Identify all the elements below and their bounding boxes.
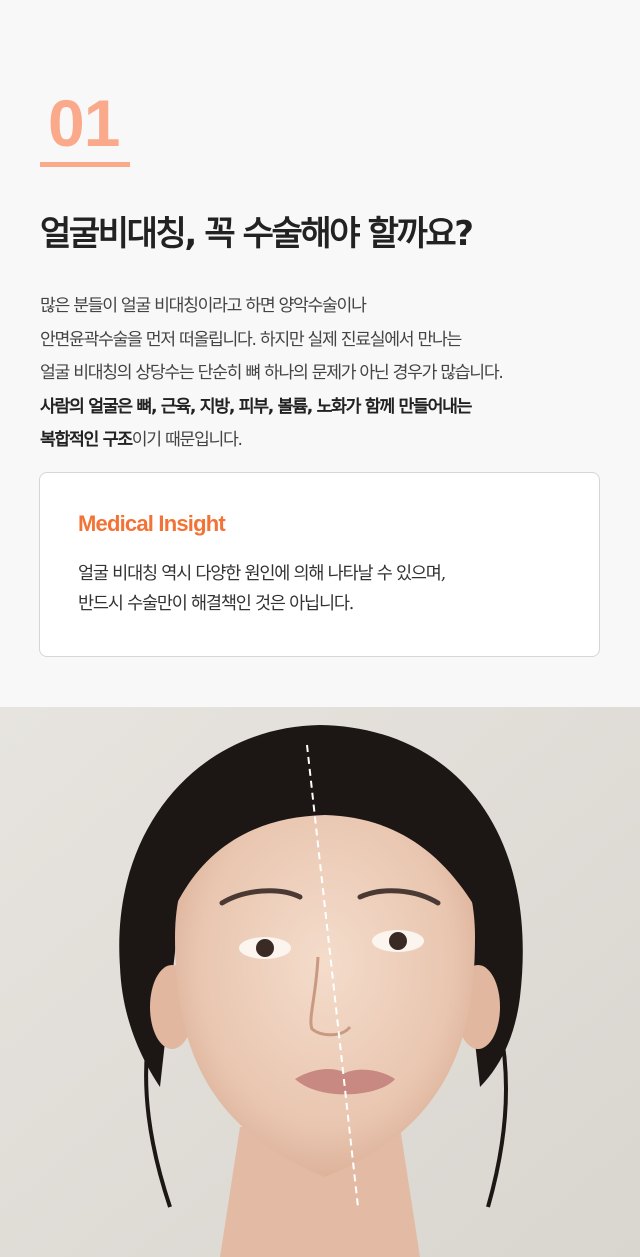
- face-photo: [0, 707, 640, 1257]
- insight-line-1: 얼굴 비대칭 역시 다양한 원인에 의해 나타날 수 있으며,: [78, 564, 446, 584]
- face-illustration: [0, 707, 640, 1257]
- body-line-5: 복합적인 구조이기 때문입니다.: [40, 424, 610, 458]
- body-line-1: 많은 분들이 얼굴 비대칭이라고 하면 양악수술이나: [40, 296, 367, 316]
- body-emphasis-2: 복합적인 구조: [40, 430, 133, 450]
- insight-card: Medical Insight 얼굴 비대칭 역시 다양한 원인에 의해 나타날…: [39, 472, 600, 657]
- section-number: 01: [48, 86, 120, 160]
- insight-title: Medical Insight: [78, 511, 226, 536]
- body-line-4: 사람의 얼굴은 뼈, 근육, 지방, 피부, 볼륨, 노화가 함께 만들어내는: [40, 391, 610, 425]
- body-line-5-rest: 이기 때문입니다.: [131, 430, 243, 450]
- body-paragraph: 많은 분들이 얼굴 비대칭이라고 하면 양악수술이나 안면윤곽수술을 먼저 떠올…: [40, 290, 610, 458]
- insight-text: 얼굴 비대칭 역시 다양한 원인에 의해 나타날 수 있으며, 반드시 수술만이…: [78, 559, 446, 619]
- insight-line-2: 반드시 수술만이 해결책인 것은 아닙니다.: [78, 594, 354, 614]
- body-emphasis-1: 사람의 얼굴은 뼈, 근육, 지방, 피부, 볼륨, 노화가 함께 만들어내는: [40, 396, 472, 417]
- section-number-underline: [40, 162, 130, 167]
- left-iris: [256, 939, 274, 957]
- page-title: 얼굴비대칭, 꼭 수술해야 할까요?: [40, 214, 474, 254]
- body-line-2: 안면윤곽수술을 먼저 떠올립니다. 하지만 실제 진료실에서 만나는: [40, 329, 462, 350]
- body-line-3: 얼굴 비대칭의 상당수는 단순히 뼈 하나의 문제가 아닌 경우가 많습니다.: [40, 363, 504, 383]
- right-iris: [389, 932, 407, 950]
